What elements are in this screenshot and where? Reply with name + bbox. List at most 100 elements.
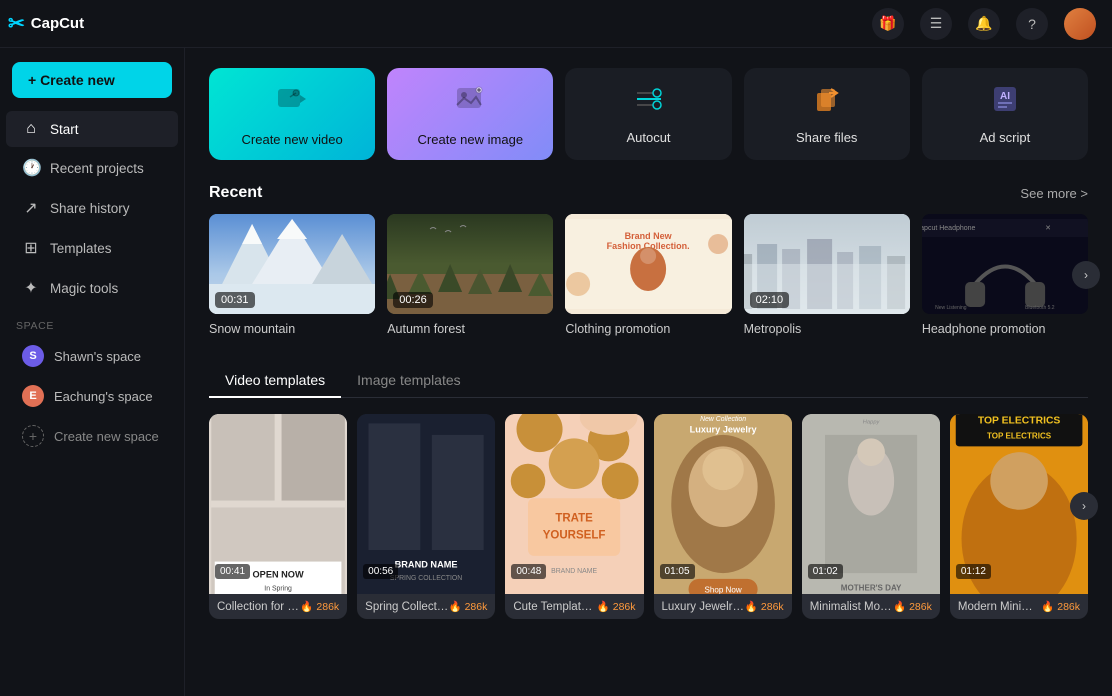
qa-autocut-label: Autocut — [626, 130, 670, 145]
svg-text:MOTHER'S DAY: MOTHER'S DAY — [840, 583, 901, 592]
image-icon — [452, 81, 488, 124]
template-footer-2: Cute Template for Desserts 🔥 286k — [505, 594, 643, 619]
template-time-4: 01:02 — [808, 564, 843, 579]
sidebar-item-recent-projects[interactable]: 🕐 Recent projects — [6, 149, 178, 187]
recent-name-clothing: Clothing promotion — [565, 322, 731, 336]
svg-text:In Spring: In Spring — [264, 585, 292, 592]
template-time-1: 00:56 — [363, 564, 398, 579]
recent-thumb-headphone: Capcut Headphone ✕ New Listening Bluetoo… — [922, 214, 1088, 314]
qa-share-files-label: Share files — [796, 130, 857, 145]
recent-item-forest[interactable]: 00:26 Autumn forest — [387, 214, 553, 336]
space-shawn[interactable]: S Shawn's space — [6, 337, 178, 375]
clock-icon: 🕐 — [22, 158, 40, 178]
svg-text:Bluetooth 5.2: Bluetooth 5.2 — [1025, 305, 1055, 311]
template-item-5[interactable]: TOP ELECTRICS TOP ELECTRICS 01:12 Modern… — [950, 414, 1088, 619]
sidebar-label-templates: Templates — [50, 241, 112, 256]
template-time-5: 01:12 — [956, 564, 991, 579]
template-likes-5: 🔥 286k — [1041, 600, 1080, 613]
recent-item-clothing[interactable]: Brand New Fashion Collection. Clothing p… — [565, 214, 731, 336]
qa-ad-script[interactable]: AI Ad script — [922, 68, 1088, 160]
template-likes-1: 🔥 286k — [448, 600, 487, 613]
recent-name-headphone: Headphone promotion — [922, 322, 1088, 336]
sidebar-item-start[interactable]: ⌂ Start — [6, 111, 178, 147]
magic-icon: ✦ — [22, 278, 40, 298]
sidebar-label-magic-tools: Magic tools — [50, 281, 118, 296]
recent-item-mountain[interactable]: 00:31 Snow mountain — [209, 214, 375, 336]
qa-autocut[interactable]: Autocut — [565, 68, 731, 160]
sidebar-item-magic-tools[interactable]: ✦ Magic tools — [6, 269, 178, 307]
sidebar-item-templates[interactable]: ⊞ Templates — [6, 229, 178, 267]
template-item-2[interactable]: TRATE YOURSELF BRAND NAME 00:48 Cute Tem… — [505, 414, 643, 619]
recent-thumb-clothing: Brand New Fashion Collection. — [565, 214, 731, 314]
recent-time-forest: 00:26 — [393, 292, 433, 308]
svg-text:BRAND NAME: BRAND NAME — [395, 559, 458, 569]
svg-text:Capcut Headphone: Capcut Headphone — [922, 225, 976, 232]
recent-time-metropolis: 02:10 — [750, 292, 790, 308]
template-time-0: 00:41 — [215, 564, 250, 579]
template-footer-3: Luxury Jewelry Display Sale 🔥 286k — [654, 594, 792, 619]
topbar-actions: 🎁 ☰ 🔔 ? — [872, 8, 1096, 40]
gift-icon[interactable]: 🎁 — [872, 8, 904, 40]
space-label-shawn: Shawn's space — [54, 349, 141, 364]
template-item-4[interactable]: Happy MOTHER'S DAY Sale 01:02 Minimalist… — [802, 414, 940, 619]
recent-next-button[interactable]: › — [1072, 261, 1100, 289]
quick-actions-row: Create new video Create new image — [209, 68, 1088, 160]
space-avatar-e: E — [22, 385, 44, 407]
qa-share-files[interactable]: Share files — [744, 68, 910, 160]
see-more-recent[interactable]: See more > — [1020, 186, 1088, 201]
template-item-0[interactable]: OPEN NOW In Spring 00:41 Collection for … — [209, 414, 347, 619]
recent-item-metropolis[interactable]: 02:10 Metropolis — [744, 214, 910, 336]
create-space-label: Create new space — [54, 429, 159, 444]
template-name-3: Luxury Jewelry Display Sale — [662, 601, 745, 613]
menu-icon[interactable]: ☰ — [920, 8, 952, 40]
main-content: Create new video Create new image — [185, 48, 1112, 696]
notification-icon[interactable]: 🔔 — [968, 8, 1000, 40]
template-name-1: Spring Collection for Males' Fashion — [365, 601, 448, 613]
template-footer-1: Spring Collection for Males' Fashion 🔥 2… — [357, 594, 495, 619]
template-item-1[interactable]: BRAND NAME SPRING COLLECTION 00:56 Sprin… — [357, 414, 495, 619]
recent-thumb-mountain: 00:31 — [209, 214, 375, 314]
ad-script-icon: AI — [989, 83, 1021, 122]
space-eachung[interactable]: E Eachung's space — [6, 377, 178, 415]
help-icon[interactable]: ? — [1016, 8, 1048, 40]
app-logo[interactable]: ✂ CapCut — [8, 11, 84, 36]
svg-text:TOP ELECTRICS: TOP ELECTRICS — [978, 415, 1061, 426]
tab-image-templates[interactable]: Image templates — [341, 364, 477, 398]
svg-text:AI: AI — [1000, 91, 1010, 102]
grid-icon: ⊞ — [22, 238, 40, 258]
topbar: ✂ CapCut 🎁 ☰ 🔔 ? — [0, 0, 1112, 48]
svg-text:Shop Now: Shop Now — [704, 586, 741, 594]
svg-text:New Listening: New Listening — [935, 305, 967, 311]
svg-text:YOURSELF: YOURSELF — [543, 530, 606, 542]
recent-name-forest: Autumn forest — [387, 322, 553, 336]
svg-text:Luxury Jewelry: Luxury Jewelry — [689, 425, 757, 435]
qa-ad-script-label: Ad script — [980, 130, 1031, 145]
qa-create-video[interactable]: Create new video — [209, 68, 375, 160]
logo-icon: ✂ — [8, 11, 25, 36]
template-name-0: Collection for Women's Outfits — [217, 601, 300, 613]
app-name: CapCut — [31, 15, 84, 32]
template-next-button[interactable]: › — [1070, 492, 1098, 520]
template-likes-3: 🔥 286k — [745, 600, 784, 613]
template-name-2: Cute Template for Desserts — [513, 601, 596, 613]
avatar[interactable] — [1064, 8, 1096, 40]
svg-text:✕: ✕ — [1045, 225, 1051, 232]
create-new-button[interactable]: + Create new — [12, 62, 172, 98]
sidebar-item-share-history[interactable]: ↗ Share history — [6, 189, 178, 227]
layout: + Create new ⌂ Start 🕐 Recent projects ↗… — [0, 48, 1112, 696]
template-item-3[interactable]: New Collection Luxury Jewelry Shop Now 0… — [654, 414, 792, 619]
recent-name-mountain: Snow mountain — [209, 322, 375, 336]
sidebar: + Create new ⌂ Start 🕐 Recent projects ↗… — [0, 48, 185, 696]
video-icon — [274, 81, 310, 124]
svg-text:OPEN NOW: OPEN NOW — [253, 570, 304, 580]
svg-text:BRAND NAME: BRAND NAME — [551, 568, 597, 575]
tab-video-templates[interactable]: Video templates — [209, 364, 341, 398]
template-name-4: Minimalist Mother's Day Sale — [810, 601, 893, 613]
recent-item-headphone[interactable]: Capcut Headphone ✕ New Listening Bluetoo… — [922, 214, 1088, 336]
sidebar-label-start: Start — [50, 122, 79, 137]
create-new-space[interactable]: + Create new space — [6, 417, 178, 455]
recent-thumb-forest: 00:26 — [387, 214, 553, 314]
qa-create-image[interactable]: Create new image — [387, 68, 553, 160]
svg-text:Brand New: Brand New — [625, 231, 673, 241]
home-icon: ⌂ — [22, 120, 40, 138]
